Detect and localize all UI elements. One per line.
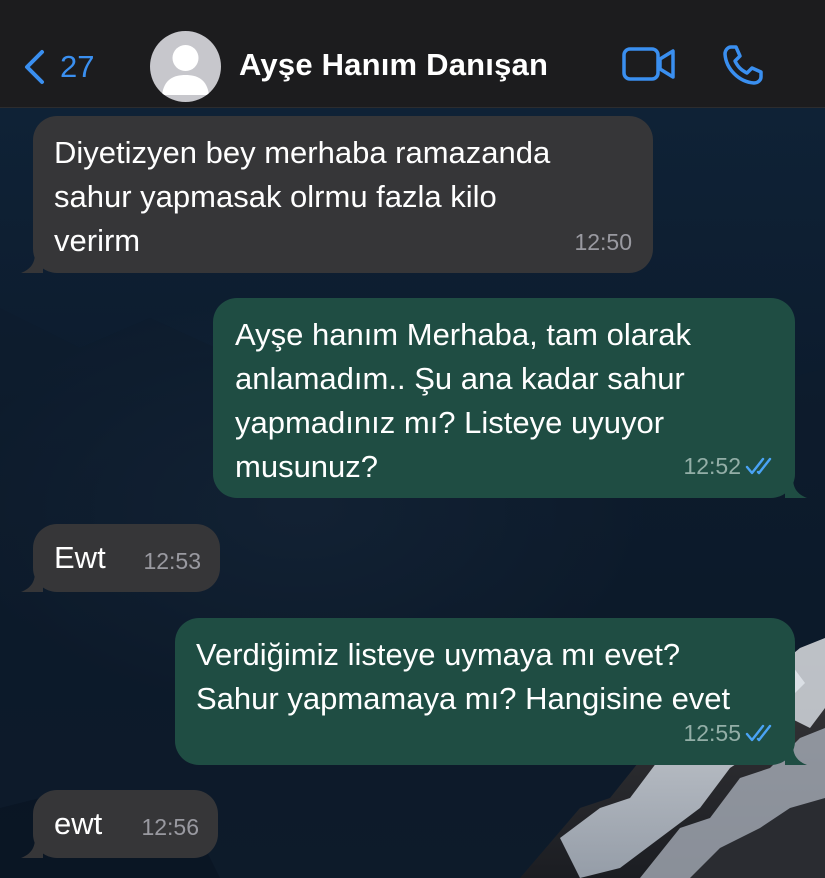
read-receipt-icon xyxy=(745,724,772,742)
bubble-tail xyxy=(21,572,43,592)
bubble-tail xyxy=(21,838,43,858)
video-camera-icon xyxy=(622,47,675,81)
voice-call-button[interactable] xyxy=(722,44,766,91)
message-bubble-incoming[interactable]: Diyetizyen bey merhaba ramazanda sahur y… xyxy=(21,116,653,273)
message-bubble-incoming[interactable]: ewt 12:56 xyxy=(21,790,218,858)
avatar[interactable] xyxy=(150,31,221,102)
video-call-button[interactable] xyxy=(622,46,676,87)
contact-name[interactable]: Ayşe Hanım Danışan xyxy=(239,47,548,83)
phone-icon xyxy=(723,45,763,85)
message-time: 12:53 xyxy=(143,548,201,574)
bubble-tail xyxy=(21,253,43,273)
message-text: Diyetizyen bey merhaba ramazanda sahur y… xyxy=(54,135,551,258)
person-icon xyxy=(162,45,209,95)
message-bubble-incoming[interactable]: Ewt 12:53 xyxy=(21,524,220,592)
message-time: 12:56 xyxy=(141,814,199,840)
bubble-tail xyxy=(785,745,807,765)
back-button[interactable]: 27 xyxy=(22,42,94,92)
message-bubble-outgoing[interactable]: Verdiğimiz listeye uymaya mı evet? Sahur… xyxy=(175,618,807,765)
bubble-tail xyxy=(785,478,807,498)
unread-count: 27 xyxy=(60,49,95,84)
message-time: 12:50 xyxy=(574,229,632,255)
message-text: Verdiğimiz listeye uymaya mı evet? Sahur… xyxy=(196,637,731,716)
read-receipt-icon xyxy=(745,457,772,475)
chat-header: 27 Ayşe Hanım Danışan xyxy=(0,0,825,108)
chevron-left-icon xyxy=(25,50,44,84)
message-time: 12:52 xyxy=(683,453,741,479)
message-bubble-outgoing[interactable]: Ayşe hanım Merhaba, tam olarak anlamadım… xyxy=(213,298,807,498)
message-time: 12:55 xyxy=(683,720,741,746)
